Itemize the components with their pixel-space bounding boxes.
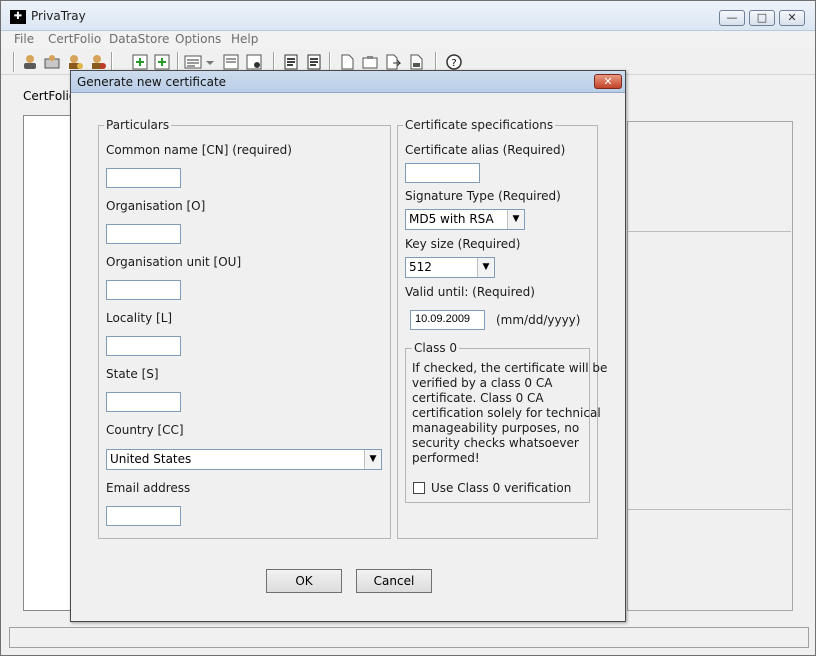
dialog-titlebar[interactable]: Generate new certificate ✕ (71, 71, 625, 93)
ok-button[interactable]: OK (266, 569, 342, 593)
class0-checkbox[interactable] (413, 482, 425, 494)
doc-b-icon[interactable] (361, 53, 379, 71)
dialog-title: Generate new certificate (77, 75, 227, 89)
state-field[interactable] (106, 392, 181, 412)
panel-divider (627, 231, 791, 232)
certificate-specs-legend: Certificate specifications (403, 118, 556, 132)
user-cert-icon[interactable] (89, 53, 107, 71)
generate-certificate-dialog: Generate new certificate ✕ Particulars C… (70, 70, 626, 622)
main-titlebar[interactable]: ✚ PrivaTray — □ ✕ (1, 1, 815, 31)
folder-user-icon[interactable] (43, 53, 61, 71)
chevron-down-icon[interactable]: ▼ (507, 210, 524, 229)
valid-until-field[interactable]: 10.09.2009 (410, 310, 485, 330)
status-bar (9, 627, 809, 648)
key-size-value: 512 (409, 260, 432, 274)
doc-arrow-icon[interactable] (384, 53, 402, 71)
chevron-down-icon[interactable]: ▼ (477, 258, 494, 277)
common-name-field[interactable] (106, 168, 181, 188)
menu-certfolio[interactable]: CertFolio (48, 32, 101, 46)
verify-icon[interactable] (305, 53, 323, 71)
toolbar-separator (273, 52, 275, 72)
toolbar-separator (329, 52, 331, 72)
details-panel (627, 121, 793, 611)
close-button[interactable]: ✕ (779, 10, 805, 26)
dialog-close-button[interactable]: ✕ (594, 74, 622, 89)
country-select[interactable]: United States ▼ (106, 449, 382, 470)
class0-checkbox-label[interactable]: Use Class 0 verification (431, 481, 571, 495)
country-value: United States (110, 452, 192, 466)
cancel-button[interactable]: Cancel (356, 569, 432, 593)
add-item-icon[interactable] (131, 53, 149, 71)
signature-type-value: MD5 with RSA (409, 212, 494, 226)
organisation-label: Organisation [O] (106, 199, 206, 213)
doc-a-icon[interactable] (338, 53, 356, 71)
alias-label: Certificate alias (Required) (405, 143, 566, 157)
org-unit-field[interactable] (106, 280, 181, 300)
menu-options[interactable]: Options (175, 32, 221, 46)
doc-lock-icon[interactable] (245, 53, 263, 71)
common-name-label: Common name [CN] (required) (106, 143, 292, 157)
org-unit-label: Organisation unit [OU] (106, 255, 242, 269)
email-label: Email address (106, 481, 191, 495)
certfolio-list-panel[interactable] (23, 115, 73, 611)
toolbar-separator (111, 52, 113, 72)
doc-cert-icon[interactable] (222, 53, 240, 71)
user-key-icon[interactable] (66, 53, 84, 71)
date-format-hint: (mm/dd/yyyy) (496, 313, 581, 327)
toolbar-separator (177, 52, 179, 72)
locality-label: Locality [L] (106, 311, 173, 325)
panel-divider (627, 509, 791, 510)
email-field[interactable] (106, 506, 181, 526)
signature-type-select[interactable]: MD5 with RSA ▼ (405, 209, 525, 230)
class0-description: If checked, the certificate will be veri… (412, 361, 608, 465)
svg-text:?: ? (451, 58, 456, 69)
locality-field[interactable] (106, 336, 181, 356)
toolbar-separator (435, 52, 437, 72)
toolbar-separator (13, 52, 15, 72)
sign-icon[interactable] (282, 53, 300, 71)
country-label: Country [CC] (106, 423, 184, 437)
menu-datastore[interactable]: DataStore (109, 32, 169, 46)
signature-type-label: Signature Type (Required) (405, 189, 561, 203)
help-icon[interactable]: ? (445, 53, 463, 71)
minimize-button[interactable]: — (719, 10, 745, 26)
valid-until-label: Valid until: (Required) (405, 285, 535, 299)
key-size-select[interactable]: 512 ▼ (405, 257, 495, 278)
particulars-legend: Particulars (104, 118, 172, 132)
certfolio-tab[interactable]: CertFolio (23, 89, 76, 103)
doc-c-icon[interactable] (407, 53, 425, 71)
edit-list-icon[interactable] (184, 53, 202, 71)
users-icon[interactable] (21, 53, 39, 71)
add-item-icon[interactable] (153, 53, 171, 71)
window-title: PrivaTray (31, 9, 86, 23)
organisation-field[interactable] (106, 224, 181, 244)
state-label: State [S] (106, 367, 159, 381)
alias-field[interactable] (405, 163, 480, 183)
class0-legend: Class 0 (412, 341, 460, 355)
app-icon: ✚ (10, 10, 26, 24)
maximize-button[interactable]: □ (749, 10, 775, 26)
chevron-down-icon[interactable]: ▼ (364, 450, 381, 469)
dropdown-arrow-icon[interactable] (204, 53, 216, 71)
menu-help[interactable]: Help (231, 32, 258, 46)
key-size-label: Key size (Required) (405, 237, 521, 251)
menu-file[interactable]: File (14, 32, 34, 46)
